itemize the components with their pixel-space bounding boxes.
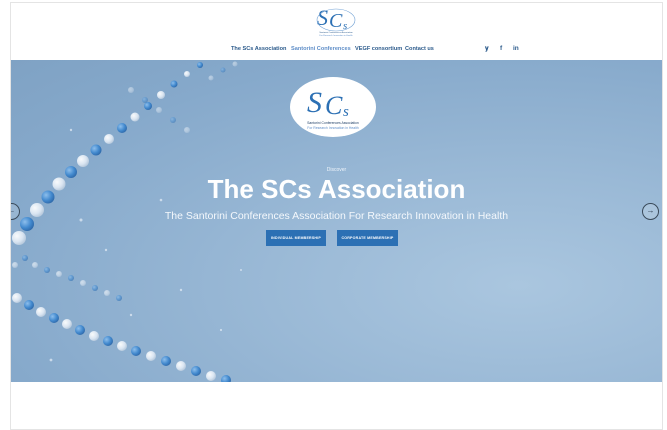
nav-item-vegf-consortium[interactable]: VEGF consortium [355,46,402,52]
hero-logo-line1: Santorini Conferences Association [307,121,359,125]
linkedin-icon[interactable]: in [513,45,519,52]
individual-membership-button[interactable]: INDIVIDUAL MEMBERSHIP [266,230,326,246]
next-slide-arrow-icon[interactable]: → [642,203,659,220]
nav-item-scs-association[interactable]: The SCs Association [231,46,286,52]
hero-logo-line2: For Research Innovation in Health [307,126,359,130]
svg-text:C: C [325,91,343,120]
corporate-membership-button[interactable]: CORPORATE MEMBERSHIP [337,230,398,246]
nav-item-contact-us[interactable]: Contact us [405,46,434,52]
hero-title: The SCs Association [207,174,466,204]
svg-text:S: S [307,86,322,119]
main-nav: The SCs Association Santorini Conference… [11,41,662,61]
browser-page: S C s Santorini Conferences Association … [10,2,663,430]
hero-subtitle: The Santorini Conferences Association Fo… [164,210,509,222]
site-header: S C s Santorini Conferences Association … [11,3,662,42]
svg-text:C: C [329,10,343,32]
hero-logo: S C s Santorini Conferences Association … [290,77,376,137]
site-logo[interactable]: S C s Santorini Conferences Association … [313,6,359,39]
logo-line2: For Research Innovation in Health [319,34,353,37]
nav-item-santorini-conferences[interactable]: Santorini Conferences [291,46,351,52]
svg-text:s: s [343,104,349,120]
hero-kicker: Discover [326,167,347,173]
twitter-icon[interactable]: 𝐲 [485,45,489,53]
logo-line1: Santorini Conferences Association [319,31,353,34]
facebook-icon[interactable]: f [500,45,502,52]
hero-slider: S C s Santorini Conferences Association … [11,60,662,382]
svg-text:S: S [317,6,328,30]
